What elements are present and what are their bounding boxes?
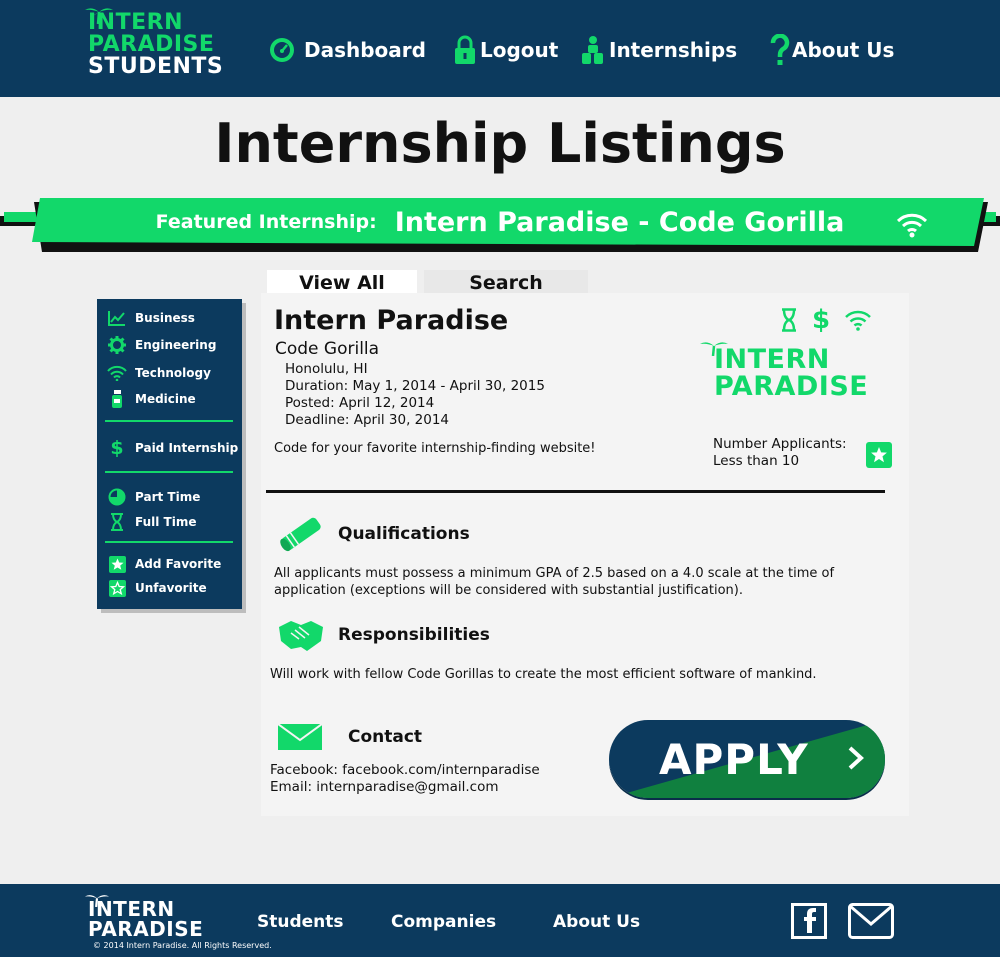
nav-about-label: About Us	[792, 38, 895, 62]
copyright: © 2014 Intern Paradise. All Rights Reser…	[93, 941, 272, 950]
sidebar-item-medicine[interactable]: Medicine	[107, 389, 196, 409]
nav-logout[interactable]: Logout	[454, 33, 558, 67]
star-outline-icon	[107, 579, 127, 597]
star-filled-icon	[871, 447, 887, 463]
star-filled-icon	[107, 555, 127, 573]
footer-logo-line-2: PARADISE	[88, 917, 204, 941]
company-logo: INTERN PARADISE	[700, 342, 869, 402]
header-logo[interactable]: INTERN PARADISE STUDENTS	[85, 8, 224, 79]
nav-internships-label: Internships	[609, 38, 738, 62]
sidebar-divider	[105, 471, 233, 473]
sidebar-item-engineering[interactable]: Engineering	[107, 335, 216, 355]
line-chart-icon	[107, 309, 127, 327]
dollar-icon: $	[812, 305, 831, 335]
applicants-info: Number Applicants: Less than 10	[713, 436, 847, 470]
responsibilities-title: Responsibilities	[338, 625, 490, 645]
sidebar-item-label: Technology	[135, 366, 211, 380]
wifi-icon	[845, 310, 871, 331]
sidebar-item-part-time[interactable]: Part Time	[107, 487, 200, 507]
sidebar-item-label: Engineering	[135, 338, 217, 352]
responsibilities-text: Will work with fellow Code Gorillas to c…	[270, 667, 817, 682]
apply-label: APPLY	[659, 734, 809, 784]
chevron-right-icon	[848, 746, 864, 770]
footer-link-companies[interactable]: Companies	[391, 912, 496, 932]
facebook-icon[interactable]	[791, 903, 827, 939]
wifi-icon	[896, 213, 928, 238]
nav-internships[interactable]: Internships	[581, 33, 737, 67]
pie-chart-icon	[107, 488, 127, 506]
sidebar-item-business[interactable]: Business	[107, 308, 195, 328]
footer-link-about[interactable]: About Us	[553, 912, 640, 932]
deadline: Deadline: April 30, 2014	[285, 412, 450, 428]
sidebar-divider	[105, 420, 233, 422]
palm-tree-icon	[700, 342, 728, 356]
favorite-button[interactable]	[866, 442, 892, 468]
dashboard-gauge-icon	[268, 36, 296, 64]
qualifications-text: All applicants must possess a minimum GP…	[274, 566, 835, 598]
nav-dashboard[interactable]: Dashboard	[268, 33, 426, 67]
contact-title: Contact	[348, 727, 423, 747]
qualifications-title: Qualifications	[338, 524, 470, 544]
sidebar-divider	[105, 541, 233, 543]
envelope-icon	[278, 724, 322, 750]
diploma-scroll-icon	[280, 517, 321, 552]
nav-dashboard-label: Dashboard	[304, 38, 426, 62]
posted-date: Posted: April 12, 2014	[285, 395, 435, 411]
footer-link-students[interactable]: Students	[257, 912, 344, 932]
position-title: Code Gorilla	[275, 339, 380, 359]
hourglass-icon	[107, 513, 127, 531]
sidebar-item-label: Full Time	[135, 515, 197, 529]
hourglass-icon	[782, 308, 796, 332]
palm-tree-icon	[84, 895, 110, 907]
dollar-icon: $	[110, 437, 124, 459]
sidebar-item-label: Paid Internship	[135, 441, 239, 455]
people-icon	[581, 35, 605, 65]
logo-line-3: STUDENTS	[88, 54, 224, 79]
nav-logout-label: Logout	[480, 38, 559, 62]
listing-tag-icons: $	[780, 307, 872, 333]
sidebar-item-label: Unfavorite	[135, 581, 207, 595]
duration: Duration: May 1, 2014 - April 30, 2015	[285, 378, 545, 394]
contact-facebook[interactable]: Facebook: facebook.com/internparadise	[270, 762, 540, 779]
location: Honolulu, HI	[285, 361, 368, 377]
sidebar-item-unfavorite[interactable]: Unfavorite	[107, 578, 207, 598]
gear-icon	[107, 336, 127, 354]
palm-tree-icon	[85, 8, 113, 24]
nav-about[interactable]: About Us	[770, 33, 894, 67]
sidebar-item-label: Medicine	[135, 392, 196, 406]
sidebar-item-label: Part Time	[135, 490, 201, 504]
question-mark-icon	[770, 34, 790, 66]
featured-banner[interactable]: Featured Internship: Intern Paradise - C…	[0, 196, 1000, 256]
page-title: Internship Listings	[214, 112, 786, 175]
featured-value: Intern Paradise - Code Gorilla	[394, 206, 845, 238]
handshake-icon	[279, 621, 323, 651]
featured-label: Featured Internship:	[155, 211, 377, 233]
listing-description: Code for your favorite internship-findin…	[274, 441, 596, 456]
medicine-bottle-icon	[107, 390, 127, 408]
lock-icon	[454, 35, 476, 65]
apply-button[interactable]: APPLY	[609, 720, 885, 798]
sidebar-item-technology[interactable]: Technology	[107, 363, 211, 383]
applicants-label: Number Applicants:	[713, 436, 847, 452]
category-sidebar: Business Engineering Technology Medicine…	[97, 299, 242, 609]
footer-logo[interactable]: INTERN PARADISE	[84, 895, 204, 941]
applicants-value: Less than 10	[713, 453, 800, 469]
sidebar-item-paid[interactable]: $ Paid Internship	[107, 437, 239, 459]
company-name: Intern Paradise	[274, 305, 509, 336]
contact-email[interactable]: Email: internparadise@gmail.com	[270, 779, 540, 796]
logo-line-2: PARADISE	[88, 32, 215, 57]
sidebar-item-add-favorite[interactable]: Add Favorite	[107, 554, 221, 574]
email-envelope-icon[interactable]	[848, 903, 894, 939]
wifi-icon	[107, 364, 127, 382]
contact-details: Facebook: facebook.com/internparadise Em…	[270, 762, 540, 796]
sidebar-item-label: Business	[135, 311, 195, 325]
card-logo-line-2: PARADISE	[714, 371, 869, 402]
section-divider	[266, 490, 885, 493]
listing-details: Honolulu, HI Duration: May 1, 2014 - Apr…	[285, 361, 545, 429]
sidebar-item-label: Add Favorite	[135, 557, 222, 571]
sidebar-item-full-time[interactable]: Full Time	[107, 512, 197, 532]
